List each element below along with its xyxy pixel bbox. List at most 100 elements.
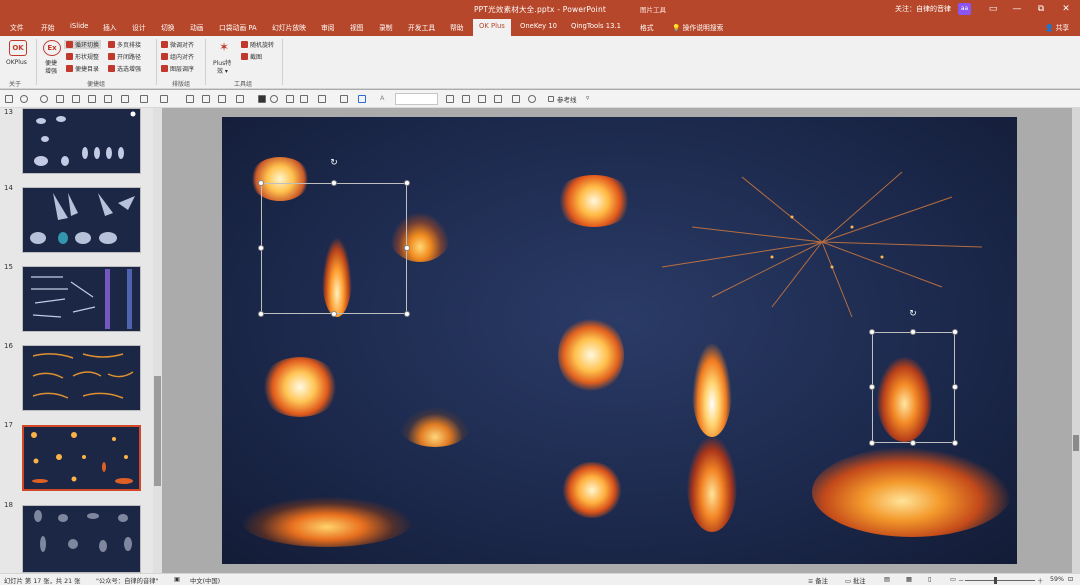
slide-thumbnail-14[interactable]: 14 xyxy=(0,184,150,264)
tab-animations[interactable]: 动画 xyxy=(190,22,204,32)
enhance-button-line2[interactable]: 增强 xyxy=(45,66,57,75)
tab-pocket-animation[interactable]: 口袋动画 PA xyxy=(219,22,257,32)
tab-transitions[interactable]: 切换 xyxy=(161,22,175,32)
tab-developer[interactable]: 开发工具 xyxy=(408,22,435,32)
fill-color-icon[interactable] xyxy=(340,95,348,103)
format-painter-icon[interactable] xyxy=(56,95,64,103)
tab-record[interactable]: 录制 xyxy=(379,22,393,32)
screenshot-button[interactable]: 截图 xyxy=(241,52,262,61)
tell-me-search[interactable]: 💡 操作说明搜索 xyxy=(672,22,723,32)
fire-effect-smoke-fire[interactable] xyxy=(400,407,470,447)
fire-effect-fireball[interactable] xyxy=(558,317,624,393)
multi-page-button[interactable]: 多页排接 xyxy=(108,40,141,49)
slide-thumbnail-17[interactable]: 17 xyxy=(0,421,150,501)
outline-color-icon[interactable] xyxy=(358,95,366,103)
shape-normalize-button[interactable]: 形状规整 xyxy=(66,52,99,61)
resize-handle[interactable] xyxy=(258,245,264,251)
fire-effect-ember-wave[interactable] xyxy=(242,497,412,547)
qat-more-icon[interactable]: ▿ xyxy=(586,94,589,102)
language-indicator[interactable]: 中文(中国) xyxy=(190,576,220,585)
notes-button[interactable]: ≡ 备注 xyxy=(808,576,828,585)
fit-slide-icon[interactable]: ⊡ xyxy=(1068,576,1073,583)
resize-handle[interactable] xyxy=(869,384,875,390)
italic-icon[interactable] xyxy=(462,95,470,103)
resize-handle[interactable] xyxy=(331,311,337,317)
plus-effect-button-line2[interactable]: 效 ▾ xyxy=(217,66,228,75)
rotate-handle-icon[interactable]: ↻ xyxy=(908,309,918,319)
editor-scrollbar[interactable] xyxy=(1072,108,1080,573)
reading-view-icon[interactable]: ▯ xyxy=(928,576,931,583)
rotate-qat-icon[interactable] xyxy=(186,95,194,103)
resize-handle[interactable] xyxy=(952,440,958,446)
tab-design[interactable]: 设计 xyxy=(132,22,146,32)
normal-view-icon[interactable]: ▤ xyxy=(884,576,890,583)
restore-button[interactable]: ⧉ xyxy=(1030,1,1052,17)
crop-icon[interactable] xyxy=(218,95,226,103)
resize-handle[interactable] xyxy=(910,329,916,335)
tab-onekey[interactable]: OneKey 10 xyxy=(520,22,557,30)
close-button[interactable]: ✕ xyxy=(1055,1,1077,17)
zoom-in-button[interactable]: ＋ xyxy=(1037,576,1043,585)
fire-effect-explosion-2[interactable] xyxy=(554,175,634,227)
paragraph-icon[interactable] xyxy=(286,95,294,103)
distribute-icon[interactable] xyxy=(104,95,112,103)
zoom-slider-knob[interactable] xyxy=(994,577,997,584)
resize-handle[interactable] xyxy=(869,329,875,335)
minimize-button[interactable]: — xyxy=(1006,1,1028,17)
save-icon[interactable] xyxy=(5,95,13,103)
slide-thumbnail-18[interactable]: 18 xyxy=(0,501,150,581)
rotate-handle-icon[interactable]: ↻ xyxy=(329,158,339,168)
fine-align-button[interactable]: 微调对齐 xyxy=(161,40,194,49)
random-rotate-button[interactable]: 随机旋转 xyxy=(241,40,274,49)
avatar[interactable]: aa xyxy=(958,3,971,15)
cycle-switch-button[interactable]: 循环切换 xyxy=(64,40,102,49)
thumbnail-scrollbar-thumb[interactable] xyxy=(154,376,161,486)
tab-okplus[interactable]: OK Plus xyxy=(473,19,511,36)
tab-format[interactable]: 格式 xyxy=(640,22,654,32)
fire-effect-spark-radial[interactable] xyxy=(652,157,992,327)
bold-icon[interactable] xyxy=(446,95,454,103)
layer-order-button[interactable]: 图层调序 xyxy=(161,64,194,73)
slide-canvas[interactable]: ↻ ↻ xyxy=(222,117,1017,564)
resize-handle[interactable] xyxy=(869,440,875,446)
ribbon-display-options-icon[interactable]: ▭ xyxy=(982,1,1004,17)
shape-fill-icon[interactable] xyxy=(258,95,266,103)
flip-icon[interactable] xyxy=(202,95,210,103)
slide-thumbnail-13[interactable]: 13 xyxy=(0,108,150,188)
resize-handle[interactable] xyxy=(910,440,916,446)
slide-thumbnail-16[interactable]: 16 xyxy=(0,342,150,422)
zoom-level[interactable]: 59% xyxy=(1050,576,1064,583)
font-color-icon[interactable]: A xyxy=(380,94,384,102)
undo-icon[interactable] xyxy=(20,95,28,103)
zoom-out-button[interactable]: － xyxy=(958,576,964,585)
resize-handle[interactable] xyxy=(952,329,958,335)
tab-review[interactable]: 审阅 xyxy=(321,22,335,32)
underline-icon[interactable] xyxy=(478,95,486,103)
tab-home[interactable]: 开始 xyxy=(41,22,55,32)
tab-view[interactable]: 视图 xyxy=(350,22,364,32)
align-dropdown-icon[interactable] xyxy=(121,95,129,103)
tab-file[interactable]: 文件 xyxy=(10,22,24,32)
slide-sorter-icon[interactable]: ▦ xyxy=(906,576,912,583)
editor-scrollbar-thumb[interactable] xyxy=(1073,435,1079,451)
quick-toc-button[interactable]: 便捷目录 xyxy=(66,64,99,73)
tab-help[interactable]: 帮助 xyxy=(450,22,464,32)
fire-effect-ground-fire[interactable] xyxy=(812,447,1012,537)
text-direction-icon[interactable] xyxy=(512,95,520,103)
thumbnail-scrollbar[interactable] xyxy=(153,108,162,573)
resize-handle[interactable] xyxy=(404,245,410,251)
gridline-checkbox[interactable] xyxy=(548,96,554,102)
resize-handle[interactable] xyxy=(258,311,264,317)
spellcheck-icon[interactable]: ▣ xyxy=(174,576,180,583)
tab-qingtools[interactable]: QingTools 13.1 xyxy=(571,22,621,30)
effects-icon[interactable] xyxy=(528,95,536,103)
share-button[interactable]: 👤 共享 xyxy=(1045,22,1069,32)
group-align-button[interactable]: 组内对齐 xyxy=(161,52,194,61)
resize-handle[interactable] xyxy=(404,180,410,186)
link-icon[interactable] xyxy=(494,95,502,103)
select-enhance-button[interactable]: 选选增强 xyxy=(108,64,141,73)
pen-icon[interactable] xyxy=(236,95,244,103)
slideshow-icon[interactable]: ▭ xyxy=(950,576,956,583)
open-close-path-button[interactable]: 开闭路径 xyxy=(108,52,141,61)
line-spacing-icon[interactable] xyxy=(300,95,308,103)
